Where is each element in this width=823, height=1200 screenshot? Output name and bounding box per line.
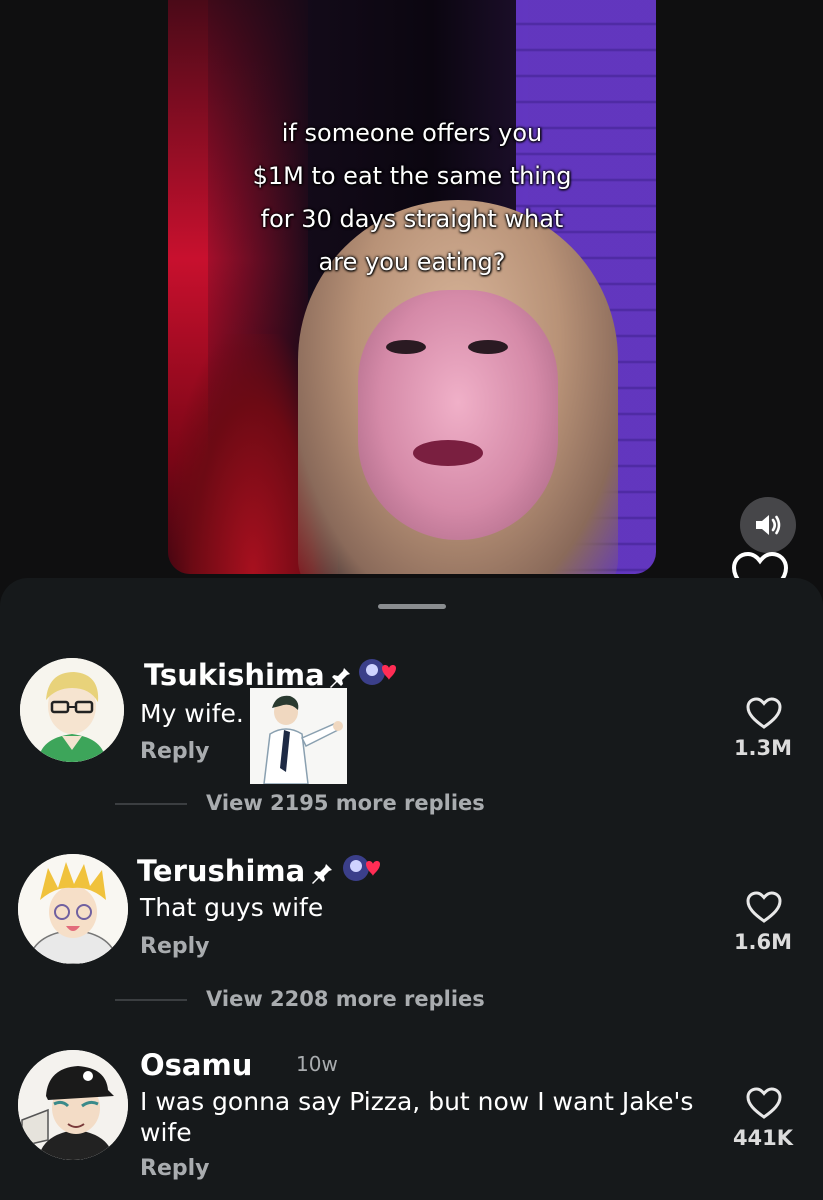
avatar-illustration [18, 854, 128, 964]
reply-button[interactable]: Reply [140, 934, 210, 959]
comments-sheet: Tsukishima My wife. Reply 1.3M View 2195… [0, 578, 823, 1200]
comment-text: My wife. [140, 699, 244, 728]
divider-line [115, 803, 187, 805]
avatar[interactable] [18, 854, 128, 964]
speaker-icon [756, 515, 781, 535]
right-eye [468, 340, 508, 354]
caption-line: $1M to eat the same thing [252, 162, 572, 190]
caption-line: if someone offers you [281, 119, 543, 147]
video-caption: if someone offers you $1M to eat the sam… [168, 112, 656, 284]
view-more-replies-link[interactable]: View 2195 more replies [206, 791, 485, 815]
caption-line: for 30 days straight what [260, 205, 564, 233]
reply-button[interactable]: Reply [140, 739, 210, 764]
sticker-illustration [250, 688, 347, 784]
heart-icon[interactable] [745, 1086, 783, 1120]
tiktok-comments-screen: if someone offers you $1M to eat the sam… [0, 0, 823, 1200]
sound-toggle-button[interactable] [740, 497, 796, 553]
view-more-replies-link[interactable]: View 2208 more replies [206, 987, 485, 1011]
avatar-illustration [18, 1050, 128, 1160]
left-eye [386, 340, 426, 354]
like-count: 441K [732, 1126, 794, 1150]
person-face [358, 290, 558, 540]
pin-icon [330, 666, 350, 688]
sheet-drag-handle[interactable] [378, 604, 446, 609]
comment-sticker-image [250, 688, 347, 784]
comment-username[interactable]: Terushima [137, 854, 305, 888]
video-player[interactable]: if someone offers you $1M to eat the sam… [168, 0, 656, 574]
comment-text: I was gonna say Pizza, but now I want Ja… [140, 1087, 694, 1116]
pin-icon [312, 862, 332, 884]
reply-button[interactable]: Reply [140, 1156, 210, 1181]
like-count: 1.6M [733, 930, 793, 954]
creator-badge-icon [343, 855, 380, 881]
comment-timestamp: 10w [296, 1052, 338, 1076]
avatar[interactable] [20, 658, 124, 762]
avatar-illustration [20, 658, 124, 762]
caption-line: are you eating? [318, 248, 506, 276]
creator-badge-icon [359, 659, 396, 685]
avatar[interactable] [18, 1050, 128, 1160]
comment-username[interactable]: Tsukishima [144, 658, 325, 692]
comment-username[interactable]: Osamu [140, 1048, 252, 1082]
heart-icon[interactable] [745, 696, 783, 730]
lips [413, 440, 483, 466]
like-count: 1.3M [733, 736, 793, 760]
comment-text-continued: wife [140, 1118, 192, 1147]
heart-icon[interactable] [745, 890, 783, 924]
comment-text: That guys wife [140, 893, 324, 922]
divider-line [115, 999, 187, 1001]
